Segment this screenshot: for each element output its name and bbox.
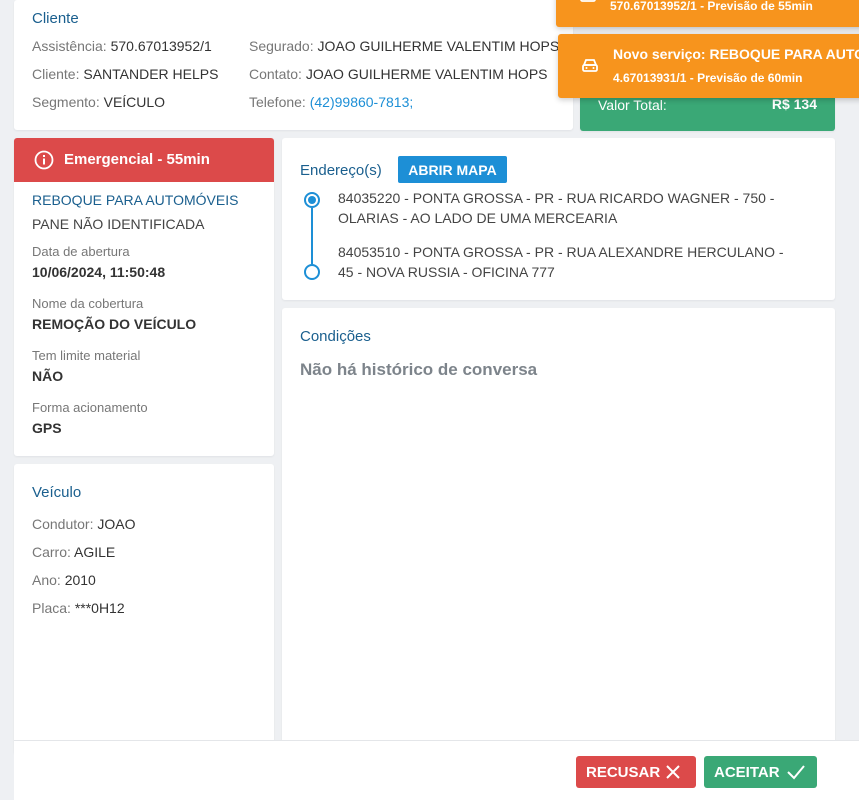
vehicle-label: Ano: <box>32 572 61 588</box>
vehicle-label: Placa: <box>32 600 71 616</box>
accept-button[interactable]: ACEITAR <box>704 756 817 788</box>
vehicle-title: Veículo <box>32 484 82 501</box>
segurado-label: Segurado: <box>249 38 314 54</box>
address-item-origin: 84035220 - PONTA GROSSA - PR - RUA RICAR… <box>338 190 775 226</box>
reject-button[interactable]: RECUSAR <box>576 756 696 788</box>
field-value-limite-material: NÃO <box>32 368 64 384</box>
service-card: Emergencial - 55min REBOQUE PARA AUTOMÓV… <box>14 138 274 456</box>
field-value-cobertura: REMOÇÃO DO VEÍCULO <box>32 316 197 332</box>
cliente-row: Cliente: SANTANDER HELPS <box>32 66 218 82</box>
info-icon <box>34 150 54 170</box>
field-value-data-abertura: 10/06/2024, 11:50:48 <box>32 264 166 280</box>
timeline-destination-dot <box>304 264 320 280</box>
vehicle-value: JOAO <box>97 516 136 532</box>
telefone-link[interactable]: (42)99860-7813; <box>310 94 414 110</box>
notification-subtitle: 570.67013952/1 - Previsão de 55min <box>610 0 813 13</box>
segurado-row: Segurado: JOAO GUILHERME VALENTIM HOPS <box>249 38 559 54</box>
assistencia-row: Assistência: 570.67013952/1 <box>32 38 212 54</box>
close-icon <box>666 765 680 779</box>
vehicle-row: Ano: 2010 <box>32 572 96 588</box>
telefone-label: Telefone: <box>249 94 306 110</box>
segurado-value: JOAO GUILHERME VALENTIM HOPS <box>317 38 560 54</box>
check-icon <box>787 765 805 780</box>
valor-total-label: Valor Total: <box>598 97 667 113</box>
cliente-value: SANTANDER HELPS <box>83 66 219 82</box>
address-title: Endereço(s) <box>300 162 382 179</box>
contato-label: Contato: <box>249 66 302 82</box>
notification-subtitle: 4.67013931/1 - Previsão de 60min <box>613 71 803 85</box>
timeline-origin-dot <box>304 192 320 208</box>
service-subtitle: PANE NÃO IDENTIFICADA <box>32 216 205 232</box>
service-title: REBOQUE PARA AUTOMÓVEIS <box>32 192 239 208</box>
conditions-card: Condições Não há histórico de conversa <box>282 308 835 754</box>
conditions-title: Condições <box>300 328 371 345</box>
priority-banner: Emergencial - 55min <box>14 138 274 182</box>
contato-value: JOAO GUILHERME VALENTIM HOPS <box>305 66 548 82</box>
segmento-value: VEÍCULO <box>103 94 166 110</box>
priority-text: Emergencial - 55min <box>64 151 210 168</box>
vehicle-label: Condutor: <box>32 516 94 532</box>
open-map-button[interactable]: ABRIR MAPA <box>398 156 507 183</box>
field-label-data-abertura: Data de abertura <box>32 244 130 259</box>
notification-toast[interactable]: Novo serviço: REBOQUE PARA AUTOMÓVEIS 4.… <box>558 34 859 98</box>
action-footer: RECUSAR ACEITAR <box>14 740 859 800</box>
reject-label: RECUSAR <box>586 764 661 781</box>
vehicle-row: Carro: AGILE <box>32 544 115 560</box>
telefone-row: Telefone: (42)99860-7813; <box>249 94 413 110</box>
client-card: Cliente Assistência: 570.67013952/1 Clie… <box>14 0 573 130</box>
conditions-empty-message: Não há histórico de conversa <box>300 360 538 379</box>
car-icon <box>580 0 596 2</box>
cliente-label: Cliente: <box>32 66 80 82</box>
address-item-destination: 84053510 - PONTA GROSSA - PR - RUA ALEXA… <box>338 244 784 280</box>
vehicle-value: 2010 <box>64 572 96 588</box>
field-label-cobertura: Nome da cobertura <box>32 296 144 311</box>
vehicle-card: Veículo Condutor: JOAO Carro: AGILE Ano:… <box>14 464 274 754</box>
field-label-limite-material: Tem limite material <box>32 348 141 363</box>
assistencia-label: Assistência: <box>32 38 107 54</box>
notification-title: Novo serviço: REBOQUE PARA AUTOMÓVEIS <box>613 46 859 62</box>
field-value-forma-acionamento: GPS <box>32 420 62 436</box>
car-icon <box>582 59 598 72</box>
valor-total-value: R$ 134 <box>771 96 817 112</box>
contato-row: Contato: JOAO GUILHERME VALENTIM HOPS <box>249 66 548 82</box>
vehicle-label: Carro: <box>32 544 71 560</box>
vehicle-value: ***0H12 <box>74 600 125 616</box>
segmento-label: Segmento: <box>32 94 100 110</box>
vehicle-row: Condutor: JOAO <box>32 516 136 532</box>
segmento-row: Segmento: VEÍCULO <box>32 94 165 110</box>
address-card: Endereço(s) ABRIR MAPA 84035220 - PONTA … <box>282 138 835 300</box>
field-label-forma-acionamento: Forma acionamento <box>32 400 148 415</box>
accept-label: ACEITAR <box>714 764 780 781</box>
notification-toast[interactable]: 570.67013952/1 - Previsão de 55min <box>556 0 859 27</box>
vehicle-row: Placa: ***0H12 <box>32 600 125 616</box>
assistencia-value: 570.67013952/1 <box>110 38 212 54</box>
client-title: Cliente <box>32 10 79 27</box>
timeline-line <box>311 208 313 264</box>
vehicle-value: AGILE <box>74 544 116 560</box>
